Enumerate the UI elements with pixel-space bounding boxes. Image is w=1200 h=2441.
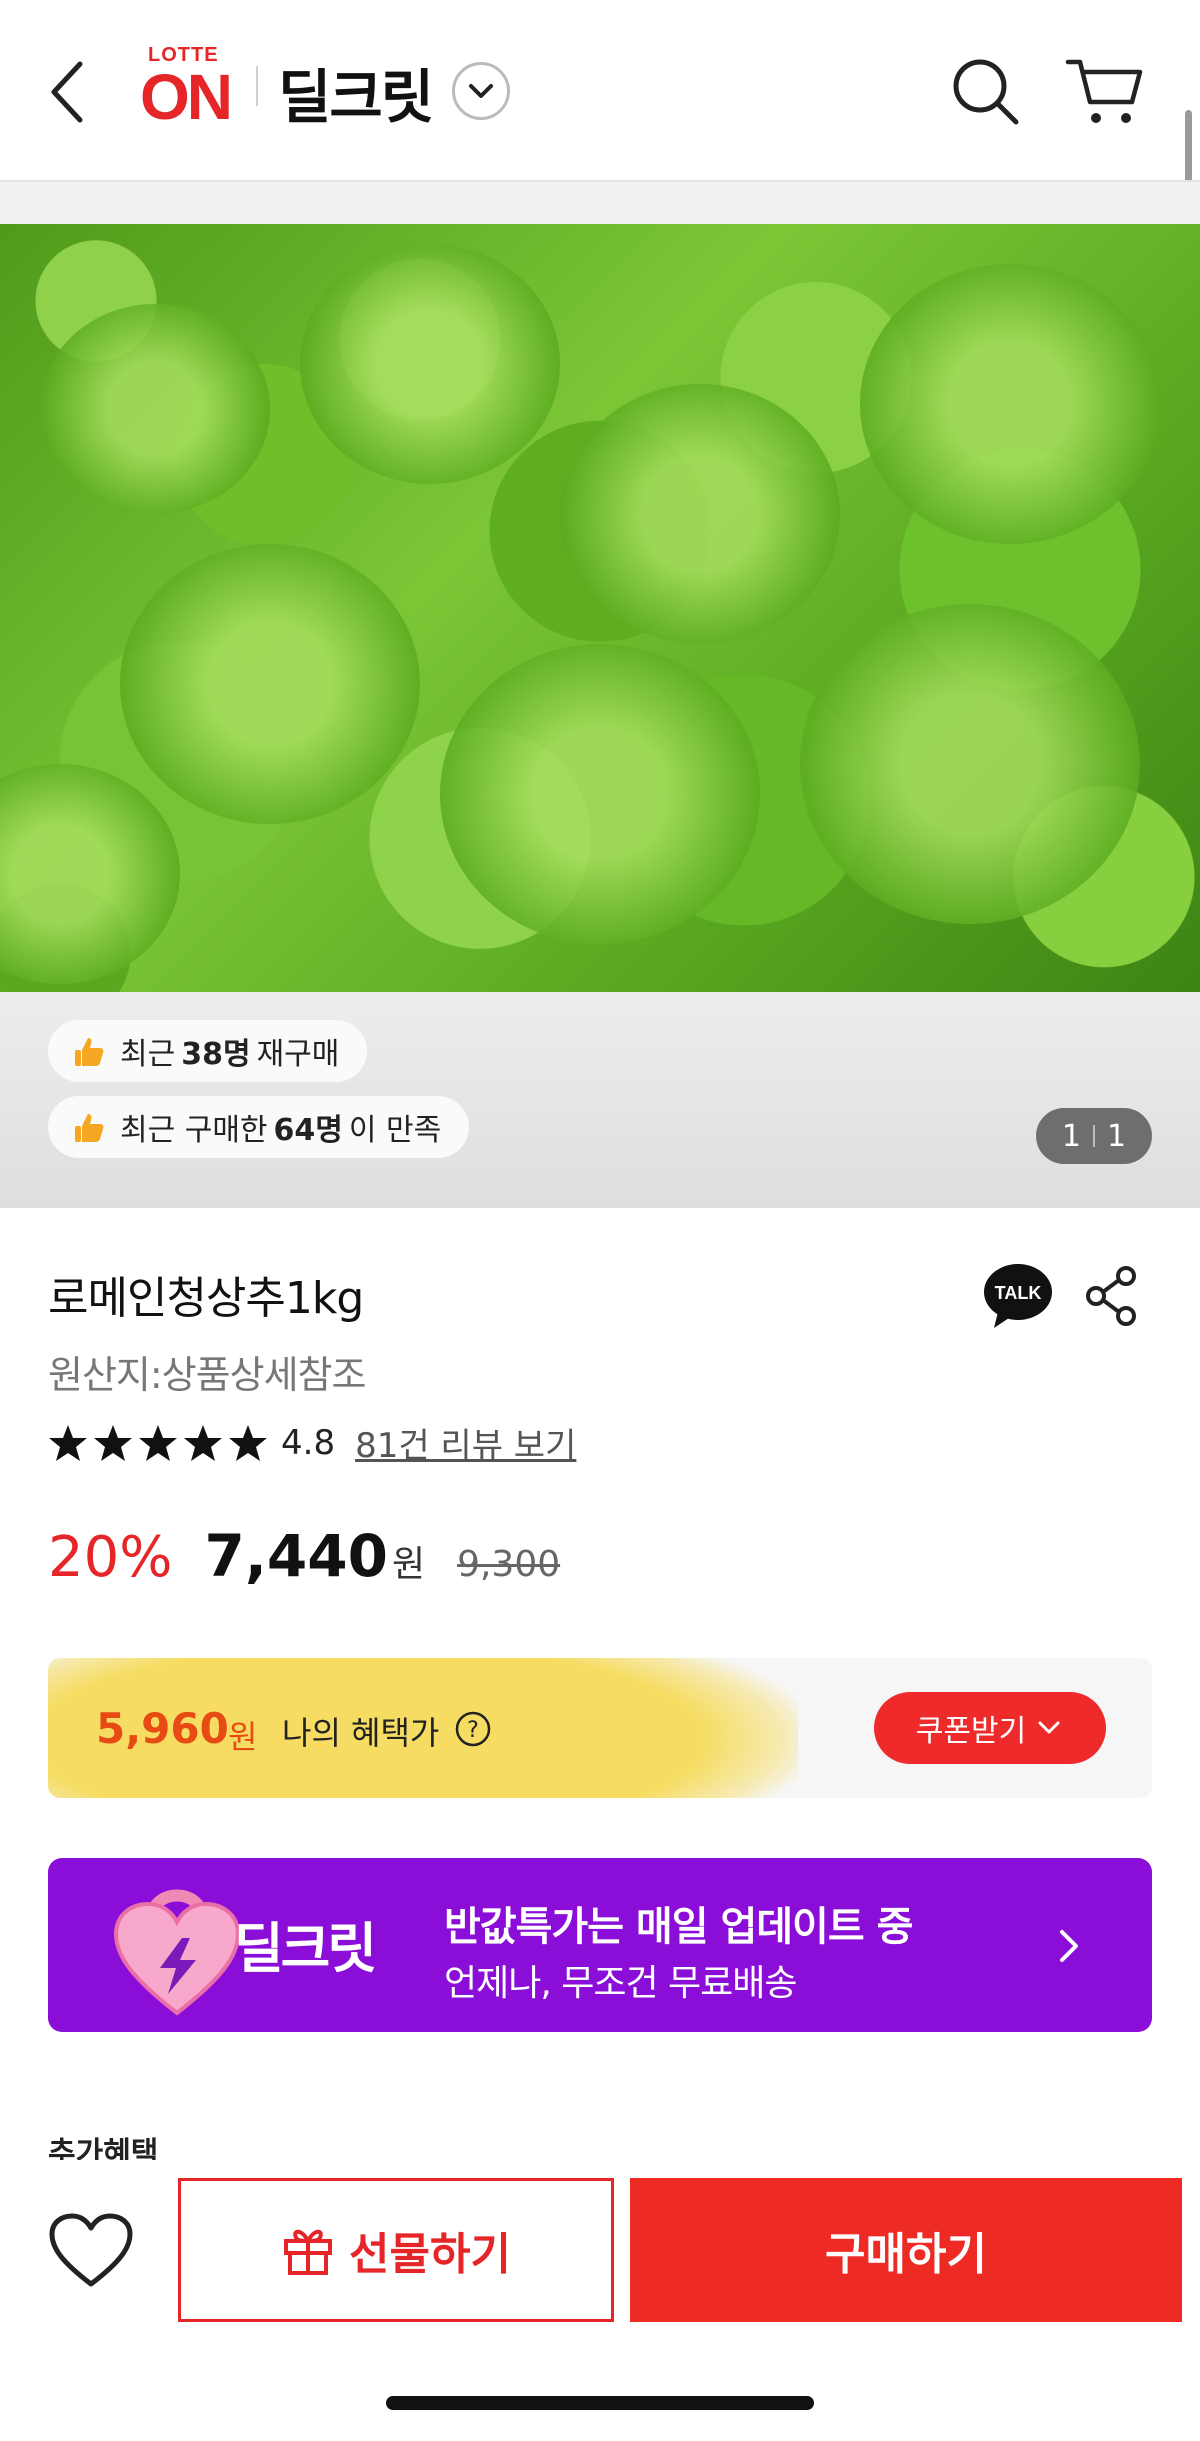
search-icon	[953, 59, 1019, 125]
chevron-left-icon	[51, 61, 83, 123]
cart-button[interactable]	[1064, 56, 1146, 128]
product-origin: 원산지:상품상세참조	[48, 1353, 366, 1397]
rating-score: 4.8	[281, 1422, 336, 1463]
lotte-on-logo[interactable]: LOTTE ON	[140, 40, 240, 133]
lettuce-leaf	[40, 304, 270, 514]
back-button[interactable]	[44, 52, 94, 132]
chevron-down-icon	[1038, 1721, 1060, 1734]
gift-icon	[284, 2229, 333, 2275]
rating-row: 4.8 81건 리뷰 보기	[48, 1418, 576, 1467]
badge-prefix: 최근 구매한	[120, 1113, 268, 1148]
page-title: 딜크릿	[278, 63, 434, 131]
get-coupon-button[interactable]: 쿠폰받기	[874, 1692, 1106, 1764]
benefit-currency: 원	[228, 1718, 258, 1756]
satisfaction-badge: 최근 구매한 64명 이 만족	[48, 1096, 470, 1158]
badge-prefix: 최근	[120, 1037, 176, 1072]
buy-button[interactable]: 구매하기	[630, 2178, 1182, 2322]
price-currency: 원	[391, 1544, 426, 1585]
logo-divider	[256, 66, 258, 106]
lettuce-leaf	[120, 544, 420, 824]
help-icon[interactable]: ?	[454, 1710, 492, 1748]
pager-total: 1	[1107, 1118, 1127, 1154]
product-name: 로메인청상추1kg	[48, 1273, 364, 1324]
benefit-label: 나의 혜택가	[282, 1714, 440, 1752]
gift-button-label: 선물하기	[349, 2229, 511, 2280]
star-icon	[139, 1424, 177, 1461]
promo-title: 반값특가는 매일 업데이트 중	[444, 1904, 913, 1950]
review-link[interactable]: 81건 리뷰 보기	[355, 1418, 576, 1467]
kakao-talk-share-button[interactable]: TALK	[982, 1262, 1054, 1330]
brand-menu-button[interactable]	[452, 62, 510, 120]
lettuce-leaf	[800, 604, 1140, 924]
home-indicator[interactable]	[386, 2396, 814, 2410]
heart-icon	[49, 2213, 133, 2287]
gift-button[interactable]: 선물하기	[178, 2178, 614, 2322]
thumbs-up-icon	[75, 1038, 104, 1066]
promo-subtitle: 언제나, 무조건 무료배송	[444, 1963, 798, 2004]
svg-text:TALK: TALK	[995, 1283, 1042, 1303]
star-icon	[184, 1424, 222, 1461]
pager-divider	[1093, 1125, 1095, 1147]
thumbs-up-icon	[75, 1114, 104, 1142]
star-icon	[229, 1424, 267, 1461]
discount-rate: 20%	[48, 1525, 173, 1590]
buy-button-label: 구매하기	[825, 2229, 987, 2280]
lettuce-leaf	[860, 264, 1160, 544]
chevron-right-icon	[1060, 1930, 1078, 1962]
dealcrit-promo-banner[interactable]: 딜크릿 반값특가는 매일 업데이트 중 언제나, 무조건 무료배송	[48, 1858, 1152, 2032]
cart-icon	[1065, 59, 1143, 123]
pager-current: 1	[1061, 1118, 1081, 1154]
badge-count: 64명	[273, 1113, 343, 1148]
wishlist-button[interactable]	[48, 2212, 134, 2292]
header-divider	[0, 180, 1200, 224]
repurchase-badge: 최근 38명 재구매	[48, 1020, 368, 1082]
benefit-price: 5,960	[96, 1704, 229, 1753]
lettuce-leaf	[440, 644, 760, 944]
sale-price: 7,440	[204, 1522, 388, 1590]
original-price: 9,300	[457, 1544, 561, 1585]
star-icon	[49, 1424, 87, 1461]
image-pager: 1 1	[1036, 1108, 1152, 1164]
lettuce-leaf	[560, 384, 840, 644]
logo-main-text: ON	[140, 61, 233, 133]
badge-suffix: 재구매	[256, 1037, 340, 1072]
top-app-bar: LOTTE ON 딜크릿	[0, 0, 1200, 180]
kakao-talk-icon: TALK	[984, 1264, 1052, 1328]
coupon-button-label: 쿠폰받기	[915, 1714, 1027, 1749]
product-image[interactable]	[0, 224, 1200, 992]
price-row: 20% 7,440 원 9,300	[48, 1522, 560, 1602]
badge-count: 38명	[181, 1037, 251, 1072]
search-button[interactable]	[950, 56, 1022, 128]
svg-text:?: ?	[467, 1718, 479, 1743]
promo-logo-text: 딜크릿	[234, 1917, 377, 1980]
lettuce-leaf	[0, 764, 180, 984]
share-icon	[1086, 1266, 1136, 1326]
share-button[interactable]	[1082, 1262, 1142, 1330]
lettuce-leaf	[300, 244, 560, 484]
my-benefit-price-box: 5,960 원 나의 혜택가 ? 쿠폰받기	[48, 1658, 1152, 1798]
badge-suffix: 이 만족	[348, 1113, 442, 1148]
heart-lock-icon	[113, 1889, 241, 2016]
chevron-down-icon	[469, 84, 493, 98]
star-icon	[94, 1424, 132, 1461]
